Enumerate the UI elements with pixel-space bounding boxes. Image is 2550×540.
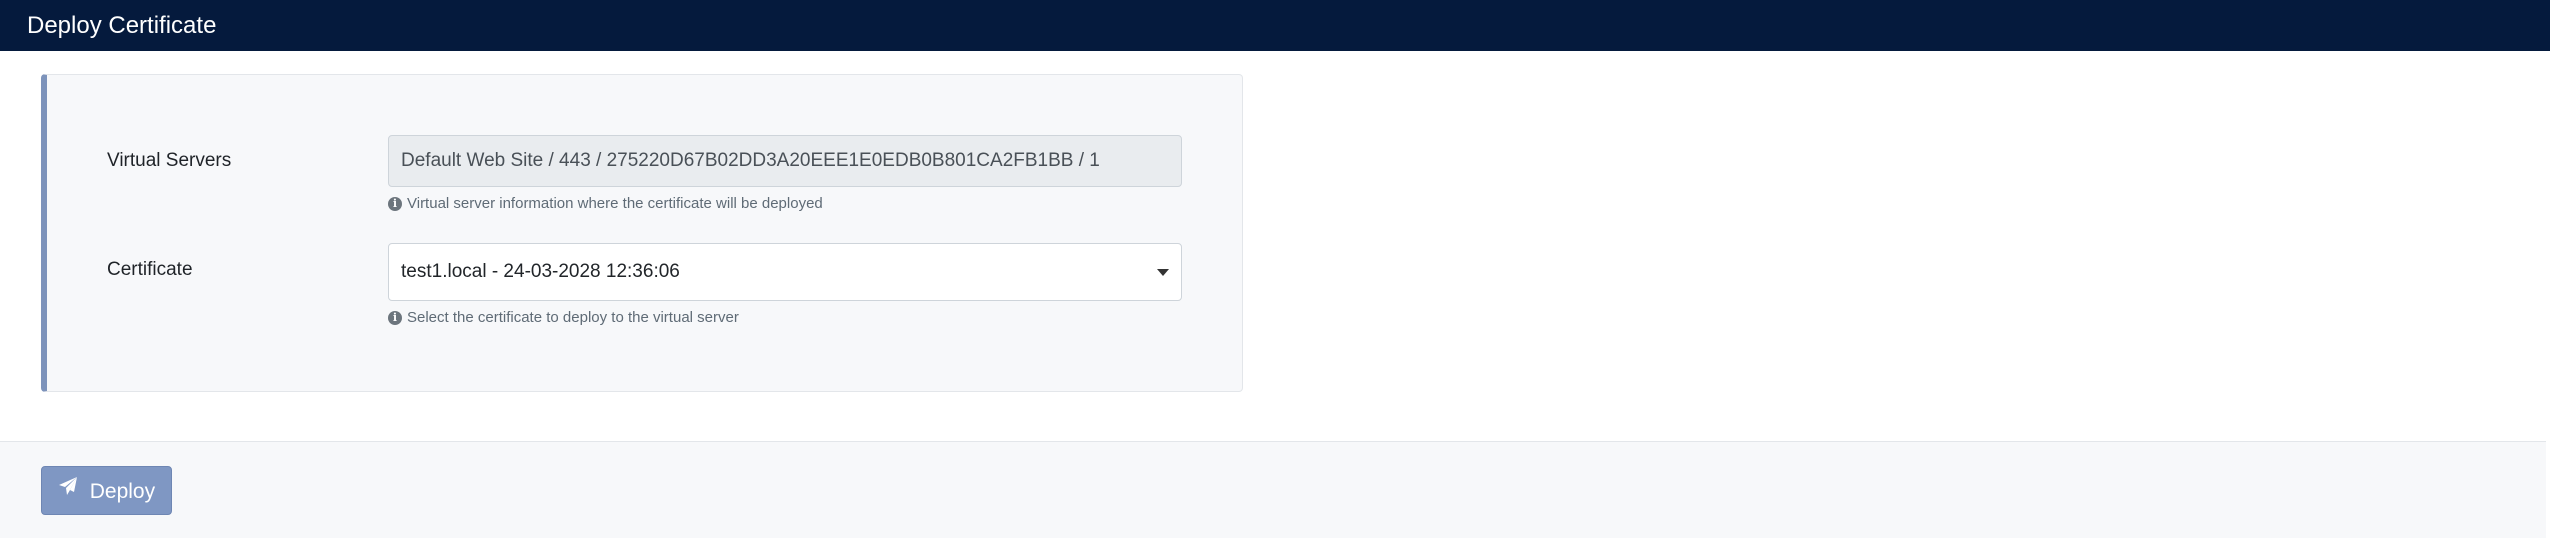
dialog-footer: Deploy <box>0 441 2546 538</box>
dialog-header: Deploy Certificate <box>0 0 2550 51</box>
deploy-button-label: Deploy <box>89 479 156 503</box>
certificate-help: i Select the certificate to deploy to th… <box>388 309 739 327</box>
deploy-button[interactable]: Deploy <box>41 466 172 515</box>
virtual-servers-help: i Virtual server information where the c… <box>388 195 823 213</box>
form-card <box>41 74 1243 392</box>
certificate-label: Certificate <box>107 259 193 280</box>
certificate-selected-value: test1.local - 24-03-2028 12:36:06 <box>401 261 680 282</box>
virtual-servers-label: Virtual Servers <box>107 150 232 171</box>
virtual-servers-help-text: Virtual server information where the cer… <box>407 195 823 212</box>
virtual-servers-input[interactable]: Default Web Site / 443 / 275220D67B02DD3… <box>388 135 1182 187</box>
caret-down-icon <box>1157 269 1169 276</box>
info-icon: i <box>388 311 402 325</box>
paper-plane-icon <box>58 466 78 513</box>
certificate-select[interactable]: test1.local - 24-03-2028 12:36:06 <box>388 243 1182 301</box>
certificate-help-text: Select the certificate to deploy to the … <box>407 309 739 326</box>
info-icon: i <box>388 197 402 211</box>
dialog-title: Deploy Certificate <box>27 12 217 39</box>
